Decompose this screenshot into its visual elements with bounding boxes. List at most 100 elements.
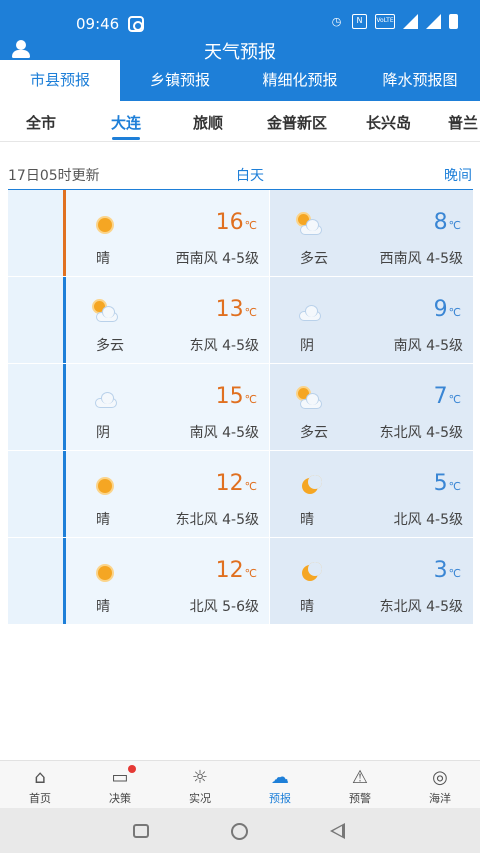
forecast-row: 晴 12℃ 北风 5-6级 晴 3℃ 东北风 4-5级 [8,538,473,625]
forecast-row: 晴 12℃ 东北风 4-5级 晴 5℃ 北风 4-5级 [8,451,473,538]
weather-text: 晴 [96,512,110,528]
night-column-label: 晚间 [444,168,472,184]
nav-item-5[interactable]: ◎ 海洋 [400,761,480,809]
volte-icon: VoLTE [375,14,395,29]
wind-text: 北风 5-6级 [189,599,259,615]
weather-text: 晴 [300,599,314,615]
wind-text: 北风 4-5级 [393,512,463,528]
system-nav-bar [0,808,480,853]
forecast-row: 阴 15℃ 南风 4-5级 多云 7℃ 东北风 4-5级 [8,364,473,451]
temperature: 12℃ [215,471,257,496]
moon-icon [296,562,322,584]
weather-text: 多云 [96,338,124,354]
temperature: 9℃ [433,297,461,322]
region-pulan[interactable]: 普兰 [448,112,478,133]
nav-item-1[interactable]: ▭ 决策 [80,761,160,809]
night-forecast-cell: 多云 8℃ 西南风 4-5级 [270,190,473,276]
temperature: 15℃ [215,384,257,409]
wind-text: 南风 4-5级 [189,425,259,441]
nav-item-2[interactable]: ☼ 实况 [160,761,240,809]
home-system-icon[interactable] [231,823,248,840]
recent-apps-icon[interactable] [133,824,149,838]
wind-text: 东北风 4-5级 [379,599,463,615]
night-forecast-cell: 阴 9℃ 南风 4-5级 [270,277,473,363]
app-header: 09:46 ◷ N VoLTE 天气预报 [0,0,480,63]
day-forecast-cell: 阴 15℃ 南风 4-5级 [66,364,269,450]
day-forecast-cell: 晴 12℃ 北风 5-6级 [66,538,269,624]
tab-town-forecast[interactable]: 乡镇预报 [120,60,240,101]
date-cell [8,364,63,450]
region-dalian[interactable]: 大连 [111,112,141,133]
cloud-sun-icon: ☁ [271,767,289,788]
date-cell [8,190,63,276]
weather-text: 多云 [300,251,328,267]
region-all-city[interactable]: 全市 [26,112,56,133]
tab-fine-forecast[interactable]: 精细化预报 [240,60,360,101]
temperature: 7℃ [433,384,461,409]
region-jinpu[interactable]: 金普新区 [267,112,327,133]
nav-label: 决策 [109,792,131,805]
region-lvshun[interactable]: 旅顺 [193,112,223,133]
temperature: 13℃ [215,297,257,322]
back-icon[interactable] [330,823,345,839]
date-cell [8,277,63,363]
forecast-list: 晴 16℃ 西南风 4-5级 多云 8℃ 西南风 4-5级 多云 13℃ 东风 … [8,190,473,625]
temperature: 12℃ [215,558,257,583]
date-cell [8,451,63,537]
wind-text: 东北风 4-5级 [175,512,259,528]
wind-text: 南风 4-5级 [393,338,463,354]
nav-item-3[interactable]: ☁ 预报 [240,761,320,809]
sunny-icon [92,562,118,584]
nfc-icon: N [352,14,367,29]
alarm-icon: ◷ [331,15,342,28]
alert-icon: ⚠ [351,767,369,788]
sunny-icon [92,214,118,236]
temperature: 8℃ [433,210,461,235]
sun-outline-icon: ☼ [191,767,209,788]
day-forecast-cell: 多云 13℃ 东风 4-5级 [66,277,269,363]
wind-text: 西南风 4-5级 [175,251,259,267]
day-forecast-cell: 晴 12℃ 东北风 4-5级 [66,451,269,537]
region-tabs: 全市 大连 旅顺 金普新区 长兴岛 普兰 [0,101,480,142]
forecast-row: 多云 13℃ 东风 4-5级 阴 9℃ 南风 4-5级 [8,277,473,364]
day-column-label: 白天 [236,168,264,184]
weather-text: 晴 [96,599,110,615]
status-time: 09:46 [76,15,120,33]
night-forecast-cell: 多云 7℃ 东北风 4-5级 [270,364,473,450]
nav-label: 实况 [189,792,211,805]
nav-item-4[interactable]: ⚠ 预警 [320,761,400,809]
weather-text: 多云 [300,425,328,441]
moon-icon [296,475,322,497]
nav-label: 首页 [29,792,51,805]
partly-cloudy-icon [92,301,118,323]
region-changxingdao[interactable]: 长兴岛 [366,112,411,133]
status-bar: 09:46 ◷ N VoLTE [0,0,480,40]
forecast-tabs: 市县预报 乡镇预报 精细化预报 降水预报图 [0,60,480,101]
night-forecast-cell: 晴 3℃ 东北风 4-5级 [270,538,473,624]
signal-icon [403,14,418,29]
weather-text: 阴 [96,425,110,441]
tab-county-forecast[interactable]: 市县预报 [0,60,120,101]
bottom-nav: ⌂ 首页 ▭ 决策 ☼ 实况 ☁ 预报 ⚠ 预警 ◎ 海洋 [0,760,480,808]
nav-label: 预报 [269,792,291,805]
app-notification-icon [128,16,144,32]
battery-icon [449,14,458,29]
nav-item-0[interactable]: ⌂ 首页 [0,761,80,809]
wave-icon: ◎ [432,767,448,788]
update-time: 17日05时更新 [8,168,100,184]
partly-cloudy-icon [296,388,322,410]
date-cell [8,538,63,624]
forecast-row: 晴 16℃ 西南风 4-5级 多云 8℃ 西南风 4-5级 [8,190,473,277]
weather-text: 阴 [300,338,314,354]
weather-text: 晴 [96,251,110,267]
day-forecast-cell: 晴 16℃ 西南风 4-5级 [66,190,269,276]
nav-label: 海洋 [429,792,451,805]
tab-precipitation-map[interactable]: 降水预报图 [360,60,480,101]
notification-badge [128,765,136,773]
wind-text: 东风 4-5级 [189,338,259,354]
cloudy-icon [92,388,118,410]
wind-text: 东北风 4-5级 [379,425,463,441]
partly-cloudy-icon [296,214,322,236]
home-icon: ⌂ [34,767,46,788]
nav-label: 预警 [349,792,371,805]
